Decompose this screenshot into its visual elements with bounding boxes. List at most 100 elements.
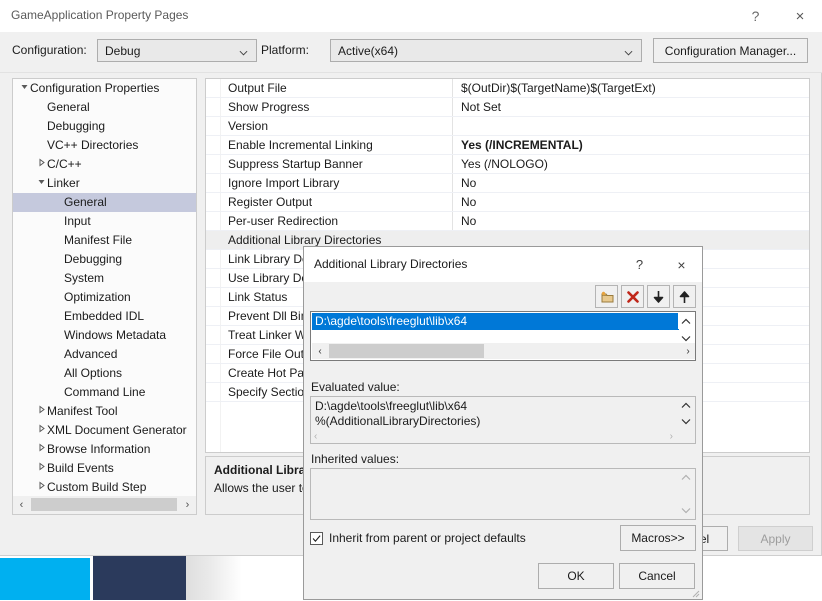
property-value[interactable]: Not Set xyxy=(461,100,501,114)
tree-item-c-c[interactable]: C/C++ xyxy=(13,155,196,174)
delete-line-button[interactable] xyxy=(621,285,644,308)
tree-item-manifest-tool[interactable]: Manifest Tool xyxy=(13,402,196,421)
tree-item-label: Linker xyxy=(47,176,80,190)
configuration-dropdown[interactable]: Debug xyxy=(97,39,257,62)
tree-item-system[interactable]: System xyxy=(13,269,196,288)
tree-item-browse-information[interactable]: Browse Information xyxy=(13,440,196,459)
property-row[interactable]: Version xyxy=(206,117,809,136)
apply-button[interactable]: Apply xyxy=(738,526,813,551)
tree-item-manifest-file[interactable]: Manifest File xyxy=(13,231,196,250)
property-row[interactable]: Show Progress Not Set xyxy=(206,98,809,117)
tree-item-windows-metadata[interactable]: Windows Metadata xyxy=(13,326,196,345)
new-line-button[interactable] xyxy=(595,285,618,308)
tree-item-configuration-properties[interactable]: Configuration Properties xyxy=(13,79,196,98)
dialog-ok-button[interactable]: OK xyxy=(538,563,614,589)
evaluated-scroll-right-icon[interactable]: › xyxy=(670,431,673,442)
tree-item-input[interactable]: Input xyxy=(13,212,196,231)
scroll-left-icon[interactable]: ‹ xyxy=(13,496,30,513)
property-row[interactable]: Register OutputNo xyxy=(206,193,809,212)
tree-item-custom-build-step[interactable]: Custom Build Step xyxy=(13,478,196,497)
property-value[interactable]: No xyxy=(461,195,476,209)
property-row[interactable]: Suppress Startup BannerYes (/NOLOGO) xyxy=(206,155,809,174)
list-item[interactable]: D:\agde\tools\freeglut\lib\x64 xyxy=(312,313,679,330)
inherited-scroll-down-icon[interactable] xyxy=(678,503,694,518)
tree-item-advanced[interactable]: Advanced xyxy=(13,345,196,364)
inherited-scroll-up-icon[interactable] xyxy=(678,470,694,485)
dialog-cancel-button[interactable]: Cancel xyxy=(619,563,695,589)
tree-item-label: Input xyxy=(64,214,91,228)
platform-dropdown[interactable]: Active(x64) xyxy=(330,39,642,62)
evaluated-value-label: Evaluated value: xyxy=(311,380,400,394)
property-value[interactable]: No xyxy=(461,176,476,190)
twisty-collapsed-icon[interactable] xyxy=(36,440,47,459)
evaluated-scroll-down-icon[interactable] xyxy=(678,414,694,429)
property-name: Ignore Import Library xyxy=(228,176,339,190)
dialog-close-icon[interactable]: × xyxy=(661,247,702,282)
configuration-manager-button[interactable]: Configuration Manager... xyxy=(653,38,808,63)
twisty-collapsed-icon[interactable] xyxy=(36,478,47,497)
close-icon[interactable]: × xyxy=(778,0,822,32)
property-name: Version xyxy=(228,119,268,133)
scrollbar-thumb[interactable] xyxy=(31,498,177,511)
directories-listbox[interactable]: D:\agde\tools\freeglut\lib\x64 ‹ › xyxy=(310,311,696,361)
tree-item-embedded-idl[interactable]: Embedded IDL xyxy=(13,307,196,326)
twisty-collapsed-icon[interactable] xyxy=(36,459,47,478)
tree-item-build-events[interactable]: Build Events xyxy=(13,459,196,478)
background-window-cyan-block xyxy=(0,558,90,600)
tree-item-xml-document-generator[interactable]: XML Document Generator xyxy=(13,421,196,440)
twisty-expanded-icon[interactable] xyxy=(19,79,30,98)
tree-item-label: General xyxy=(64,195,107,209)
listbox-scroll-right-icon[interactable]: › xyxy=(680,343,696,359)
property-name: Show Progress xyxy=(228,100,309,114)
evaluated-value-box[interactable]: D:\agde\tools\freeglut\lib\x64 %(Additio… xyxy=(310,396,696,444)
property-row[interactable]: Output File$(OutDir)$(TargetName)$(Targe… xyxy=(206,79,809,98)
tree-item-label: System xyxy=(64,271,104,285)
property-row[interactable]: Ignore Import Library No xyxy=(206,174,809,193)
property-value[interactable]: Yes (/NOLOGO) xyxy=(461,157,548,171)
tree-item-debugging[interactable]: Debugging xyxy=(13,117,196,136)
property-row[interactable]: Enable Incremental LinkingYes (/INCREMEN… xyxy=(206,136,809,155)
checkmark-icon xyxy=(312,534,321,543)
inherit-defaults-checkbox-row[interactable]: Inherit from parent or project defaults xyxy=(310,529,526,547)
dialog-help-icon[interactable]: ? xyxy=(622,247,657,282)
property-value[interactable]: No xyxy=(461,214,476,228)
tree-item-vc-directories[interactable]: VC++ Directories xyxy=(13,136,196,155)
twisty-expanded-icon[interactable] xyxy=(36,174,47,193)
listbox-horizontal-scrollbar[interactable]: ‹ › xyxy=(312,343,696,359)
evaluated-scroll-up-icon[interactable] xyxy=(678,398,694,413)
tree-item-command-line[interactable]: Command Line xyxy=(13,383,196,402)
background-window-gray-block xyxy=(186,556,242,600)
tree-item-debugging[interactable]: Debugging xyxy=(13,250,196,269)
twisty-collapsed-icon[interactable] xyxy=(36,155,47,174)
tree-item-general[interactable]: General xyxy=(13,98,196,117)
move-down-button[interactable] xyxy=(647,285,670,308)
scroll-right-icon[interactable]: › xyxy=(179,496,196,513)
macros-button[interactable]: Macros>> xyxy=(620,525,696,551)
tree-item-optimization[interactable]: Optimization xyxy=(13,288,196,307)
tree-item-all-options[interactable]: All Options xyxy=(13,364,196,383)
twisty-collapsed-icon[interactable] xyxy=(36,402,47,421)
property-row[interactable]: Per-user RedirectionNo xyxy=(206,212,809,231)
tree-item-linker[interactable]: Linker xyxy=(13,174,196,193)
tree-item-general[interactable]: General xyxy=(13,193,196,212)
twisty-collapsed-icon[interactable] xyxy=(36,421,47,440)
evaluated-scroll-left-icon[interactable]: ‹ xyxy=(314,431,317,442)
listbox-scroll-up-icon[interactable] xyxy=(678,313,694,329)
property-value[interactable]: Yes (/INCREMENTAL) xyxy=(461,138,583,152)
help-icon[interactable]: ? xyxy=(733,0,778,32)
tree-item-label: Manifest File xyxy=(64,233,132,247)
inherit-defaults-checkbox[interactable] xyxy=(310,532,323,545)
listbox-scrollbar-thumb[interactable] xyxy=(329,344,484,358)
listbox-scroll-left-icon[interactable]: ‹ xyxy=(312,343,328,359)
move-up-button[interactable] xyxy=(673,285,696,308)
tree-item-label: Browse Information xyxy=(47,442,150,456)
configuration-tree[interactable]: Configuration PropertiesGeneralDebugging… xyxy=(12,78,197,515)
tree-horizontal-scrollbar[interactable]: ‹ › xyxy=(12,496,197,515)
chevron-down-icon xyxy=(239,46,248,55)
chevron-down-icon xyxy=(624,46,633,55)
window-title: GameApplication Property Pages xyxy=(11,8,188,22)
inherited-values-box[interactable] xyxy=(310,468,696,520)
tree-item-label: Advanced xyxy=(64,347,117,361)
property-value[interactable]: $(OutDir)$(TargetName)$(TargetExt) xyxy=(461,81,656,95)
property-name: Additional Library Directories xyxy=(228,233,381,247)
